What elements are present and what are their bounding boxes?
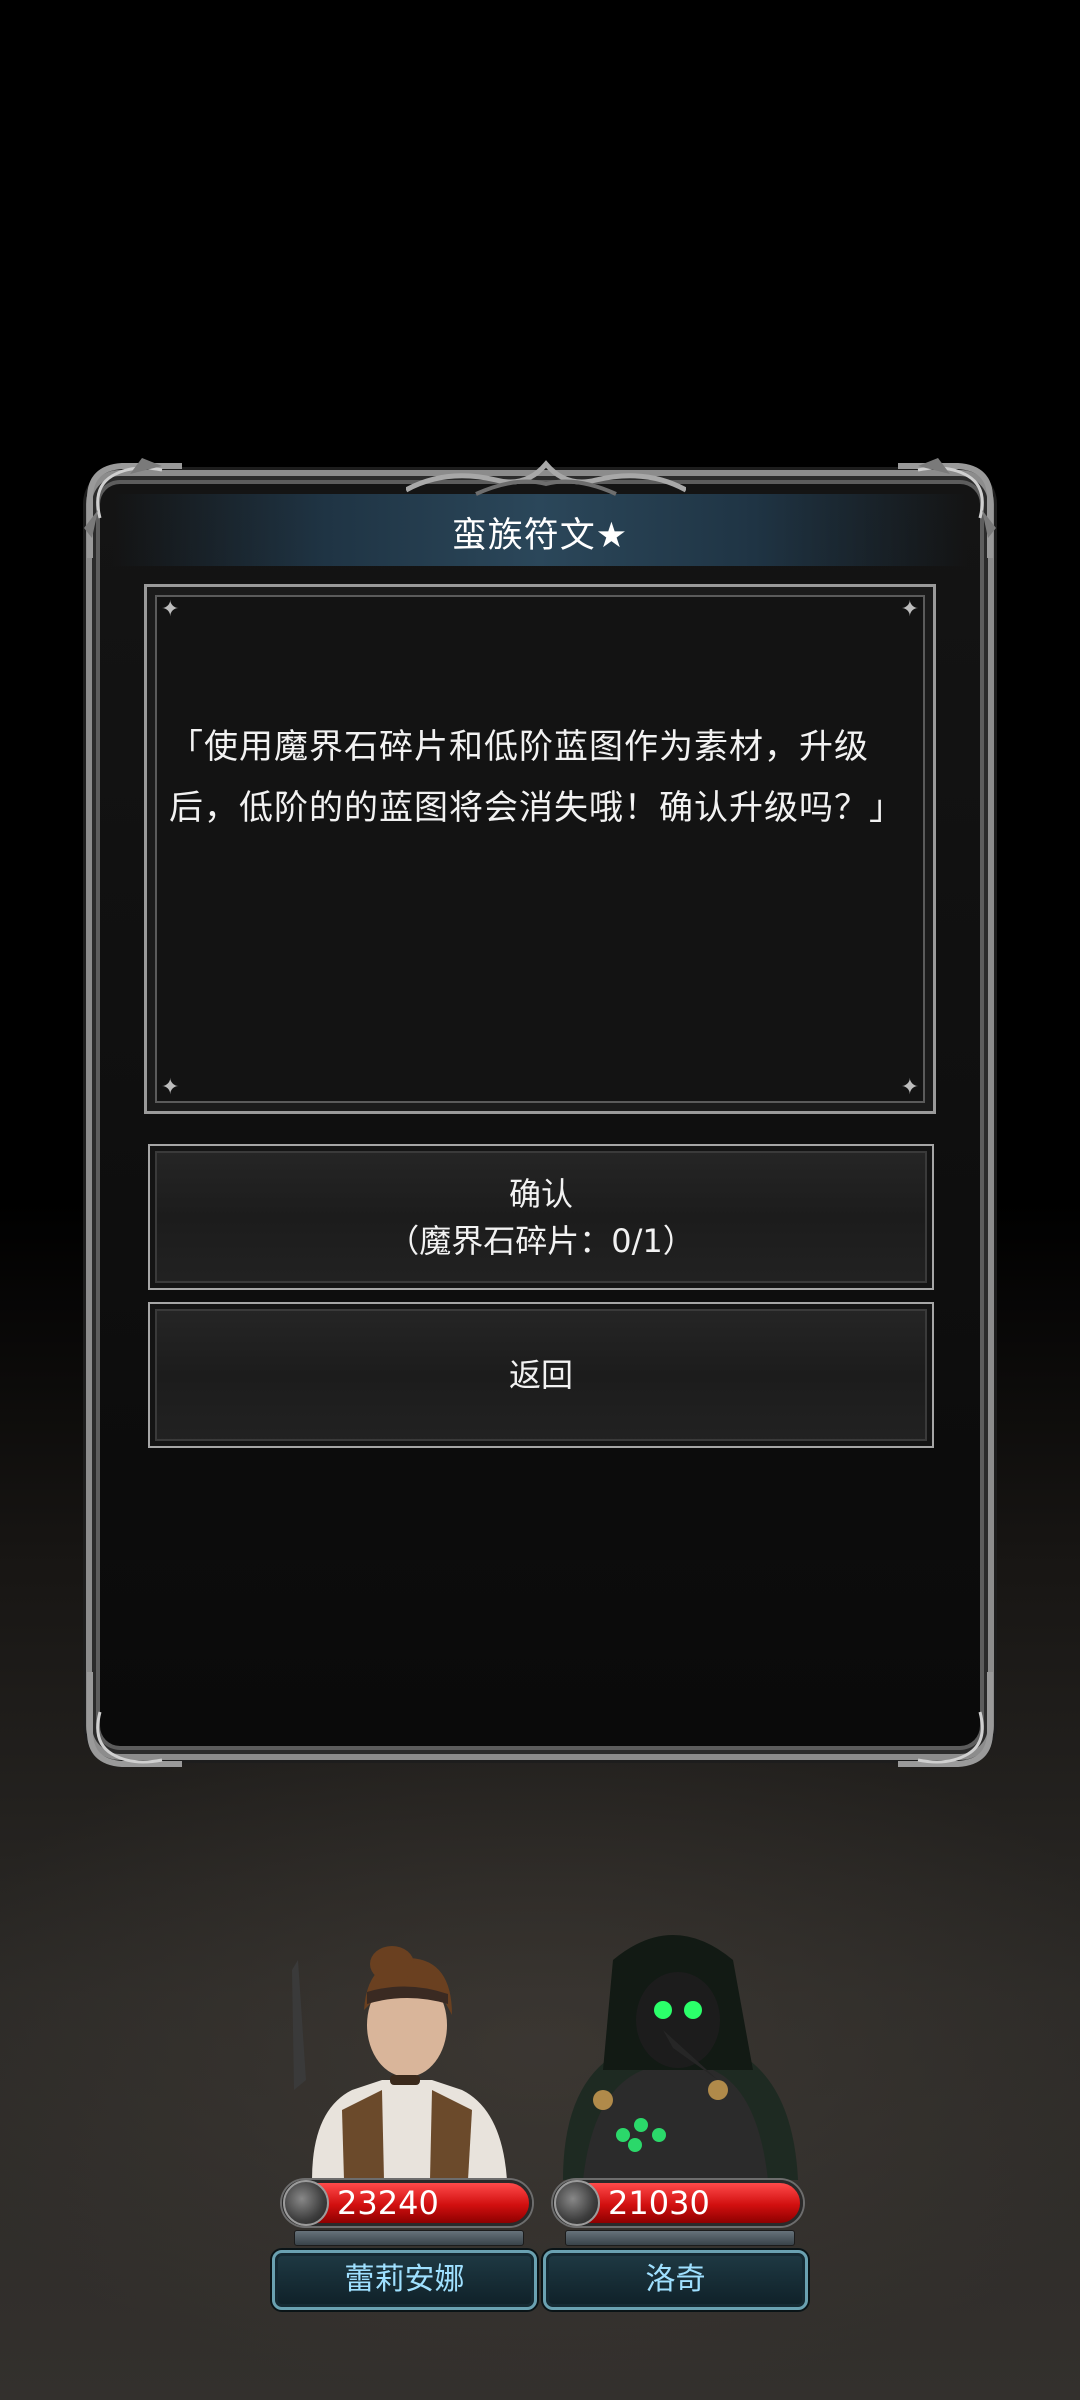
- confirm-button[interactable]: 确认 （魔界石碎片：0/1）: [148, 1144, 934, 1290]
- sparkle-icon: ✦: [900, 1075, 919, 1100]
- title-crest-ornament: [406, 460, 686, 496]
- sparkle-icon: ✦: [900, 597, 919, 622]
- hero-name-plate[interactable]: 蕾莉安娜: [272, 2250, 537, 2310]
- hero-portrait: [292, 1946, 507, 2180]
- hero-portrait: [563, 1935, 798, 2180]
- energy-bar: [294, 2230, 524, 2246]
- frame-ornament: [87, 1672, 182, 1767]
- sparkle-icon: ✦: [161, 597, 180, 622]
- back-label: 返回: [508, 1356, 573, 1394]
- hp-bar: 23240: [282, 2180, 532, 2226]
- back-button[interactable]: 返回: [148, 1302, 934, 1448]
- confirm-cost: （魔界石碎片：0/1）: [387, 1222, 695, 1260]
- hero-name-plate[interactable]: 洛奇: [543, 2250, 808, 2310]
- sword-badge-icon: [554, 2180, 600, 2226]
- dialog-title: 蛮族符文★: [451, 516, 629, 556]
- energy-bar: [565, 2230, 795, 2246]
- confirm-label: 确认: [508, 1175, 573, 1213]
- hp-bar: 21030: [553, 2180, 803, 2226]
- frame-ornament: [898, 1672, 993, 1767]
- rune-upgrade-dialog: 蛮族符文★ ✦ ✦ ✦ ✦ 「使用魔界石碎片和低阶蓝图作为素材，升级后，低阶的的…: [84, 458, 996, 1767]
- sword-badge-icon: [283, 2180, 329, 2226]
- hp-value: 23240: [337, 2184, 439, 2222]
- hp-value: 21030: [608, 2184, 710, 2222]
- sparkle-icon: ✦: [161, 1075, 180, 1100]
- message-box: ✦ ✦ ✦ ✦ 「使用魔界石碎片和低阶蓝图作为素材，升级后，低阶的的蓝图将会消失…: [144, 584, 936, 1114]
- game-screen: 蛮族符文★ ✦ ✦ ✦ ✦ 「使用魔界石碎片和低阶蓝图作为素材，升级后，低阶的的…: [0, 0, 1080, 2400]
- dialog-message: 「使用魔界石碎片和低阶蓝图作为素材，升级后，低阶的的蓝图将会消失哦！确认升级吗？…: [169, 727, 904, 828]
